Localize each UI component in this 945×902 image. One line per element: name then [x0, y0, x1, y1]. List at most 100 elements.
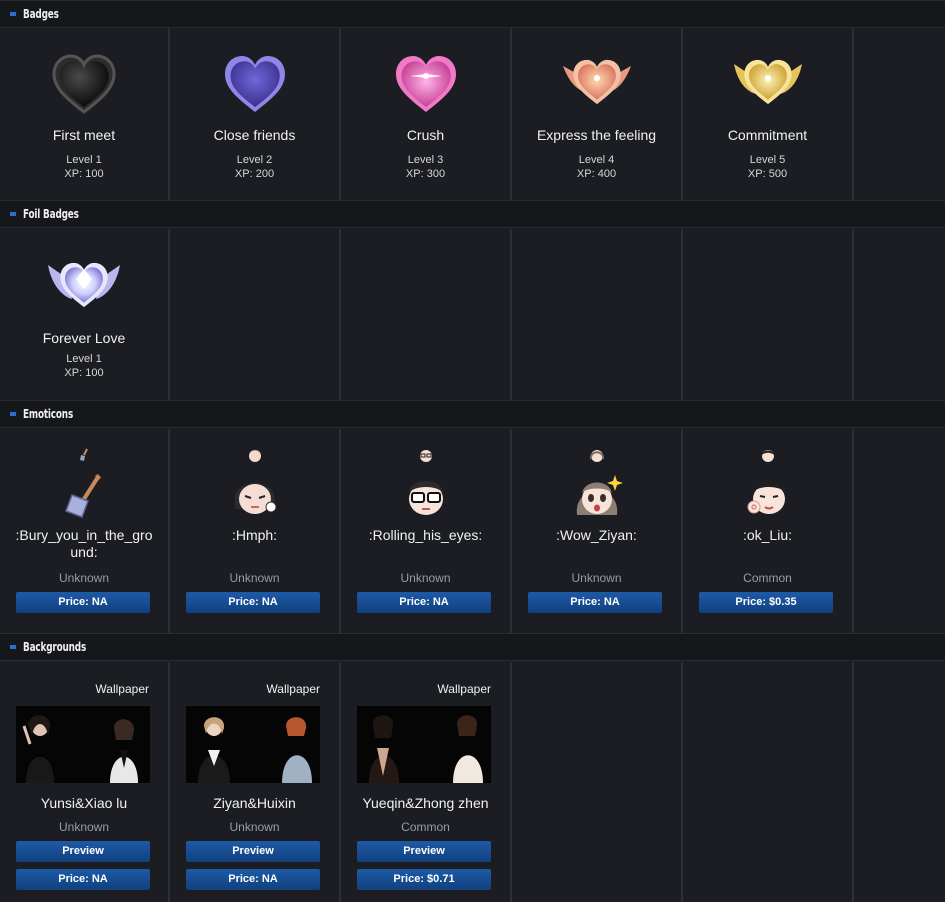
badge-card: Forever Love Level 1 XP: 100: [0, 229, 170, 400]
preview-button[interactable]: Preview: [357, 841, 491, 862]
section-bullet: [10, 12, 16, 16]
price-button[interactable]: Price: NA: [528, 592, 662, 613]
price-button[interactable]: Price: $0.35: [699, 592, 833, 613]
preview-button[interactable]: Preview: [186, 841, 320, 862]
badge-level: Level 1: [66, 353, 102, 365]
empty-cell: [683, 662, 854, 902]
black-heart-badge-icon: [52, 54, 116, 114]
badges-row: First meet Level 1 XP: 100 Close friends…: [0, 28, 945, 200]
rarity-label: Unknown: [58, 820, 110, 834]
badge-name: Crush: [406, 127, 445, 143]
wallpaper-image: [186, 706, 320, 783]
ok-face-icon: [747, 481, 786, 514]
section-header-foil-badges: Foil Badges: [0, 200, 945, 228]
price-button[interactable]: Price: NA: [186, 869, 320, 890]
empty-cell: [170, 229, 341, 400]
section-bullet: [10, 412, 16, 416]
section-header-backgrounds: Backgrounds: [0, 633, 945, 661]
wow-face-icon: [589, 450, 604, 462]
badge-xp: XP: 100: [64, 367, 104, 379]
rarity-label: Unknown: [400, 571, 451, 585]
section-title: Emoticons: [23, 407, 74, 421]
badge-level: Level 1: [66, 154, 102, 166]
rarity-label: Unknown: [229, 820, 280, 834]
badge-level: Level 3: [407, 154, 444, 166]
rarity-label: Unknown: [571, 571, 622, 585]
backgrounds-row: Wallpaper Yunsi&Xiao lu Unknown Preview …: [0, 662, 945, 902]
price-button[interactable]: Price: $0.71: [357, 869, 491, 890]
badge-xp: XP: 500: [747, 168, 788, 180]
badge-level: Level 4: [578, 154, 615, 166]
empty-cell: [854, 662, 943, 902]
badge-xp: XP: 200: [234, 168, 275, 180]
badge-card: Crush Level 3 XP: 300: [341, 28, 512, 200]
empty-cell: [512, 662, 683, 902]
emoticon-name: :Rolling_his_eyes:: [368, 527, 483, 543]
hmph-face-icon: [234, 482, 276, 514]
badge-card: First meet Level 1 XP: 100: [0, 28, 170, 200]
wallpaper-label: Wallpaper: [95, 682, 149, 696]
wallpaper-name: Yunsi&Xiao lu: [40, 795, 128, 811]
preview-button[interactable]: Preview: [16, 841, 150, 862]
emoticon-name-line: :Bury_you_in_the_gro: [15, 527, 153, 543]
glasses-face-icon: [408, 481, 443, 515]
background-card: Wallpaper Yueqin&Zhong zhen Common Previ…: [341, 662, 512, 902]
emoticon-card: :ok_Liu: Common Price: $0.35: [683, 429, 854, 633]
wallpaper-label: Wallpaper: [437, 682, 491, 696]
wallpaper-image: [357, 706, 491, 783]
emoticon-name: :Hmph:: [231, 527, 278, 543]
empty-cell: [854, 429, 943, 633]
emoticon-name: :ok_Liu:: [742, 527, 793, 543]
emoticon-card: :Bury_you_in_the_gro und: Unknown Price:…: [0, 429, 170, 633]
section-title: Badges: [23, 7, 59, 21]
empty-cell: [512, 229, 683, 400]
price-button[interactable]: Price: NA: [186, 592, 320, 613]
badge-xp: XP: 400: [576, 168, 617, 180]
rarity-label: Unknown: [229, 571, 280, 585]
rarity-label: Unknown: [58, 571, 110, 585]
empty-cell: [341, 229, 512, 400]
emoticon-name-line: und:: [70, 544, 98, 560]
badge-xp: XP: 300: [405, 168, 446, 180]
background-card: Wallpaper Yunsi&Xiao lu Unknown Preview …: [0, 662, 170, 902]
badge-name: Express the feeling: [536, 127, 657, 143]
empty-cell: [854, 28, 943, 200]
purple-heart-badge-icon: [224, 56, 285, 112]
wallpaper-name: Yueqin&Zhong zhen: [362, 795, 489, 811]
empty-cell: [683, 229, 854, 400]
emoticon-name: :Bury_you_in_the_gro und:: [8, 527, 160, 561]
pink-heart-badge-icon: [395, 56, 456, 112]
badge-card: Commitment Level 5 XP: 500: [683, 28, 854, 200]
price-button[interactable]: Price: NA: [357, 592, 491, 613]
wallpaper-image: [16, 706, 150, 783]
wow-face-icon: [576, 475, 623, 515]
foil-badges-row: Forever Love Level 1 XP: 100: [0, 229, 945, 400]
silver-winged-heart-badge-icon: [48, 262, 120, 308]
wallpaper-thumbnail[interactable]: [357, 706, 491, 783]
emoticon-card: :Wow_Ziyan: Unknown Price: NA: [512, 429, 683, 633]
badge-card: Express the feeling Level 4 XP: 400: [512, 28, 683, 200]
shovel-icon: [80, 448, 88, 461]
price-button[interactable]: Price: NA: [16, 869, 150, 890]
badge-card: Close friends Level 2 XP: 200: [170, 28, 341, 200]
price-button[interactable]: Price: NA: [16, 592, 150, 613]
hmph-face-icon: [248, 449, 261, 462]
rose-winged-heart-badge-icon: [562, 59, 631, 105]
section-bullet: [10, 645, 16, 649]
glasses-face-icon: [419, 450, 432, 462]
badge-level: Level 2: [236, 154, 273, 166]
badge-xp: XP: 100: [64, 168, 104, 180]
shovel-icon: [65, 473, 102, 518]
wallpaper-thumbnail[interactable]: [186, 706, 320, 783]
section-header-badges: Badges: [0, 0, 945, 28]
rarity-label: Common: [401, 820, 450, 834]
badge-name: First meet: [52, 127, 116, 143]
rarity-label: Common: [743, 571, 792, 585]
emoticon-card: :Rolling_his_eyes: Unknown Price: NA: [341, 429, 512, 633]
emoticons-row: :Bury_you_in_the_gro und: Unknown Price:…: [0, 429, 945, 633]
wallpaper-thumbnail[interactable]: [16, 706, 150, 783]
badge-name: Close friends: [213, 127, 296, 143]
background-card: Wallpaper Ziyan&Huixin Unknown Preview P…: [170, 662, 341, 902]
gold-winged-heart-badge-icon: [733, 59, 802, 105]
wallpaper-label: Wallpaper: [266, 682, 320, 696]
